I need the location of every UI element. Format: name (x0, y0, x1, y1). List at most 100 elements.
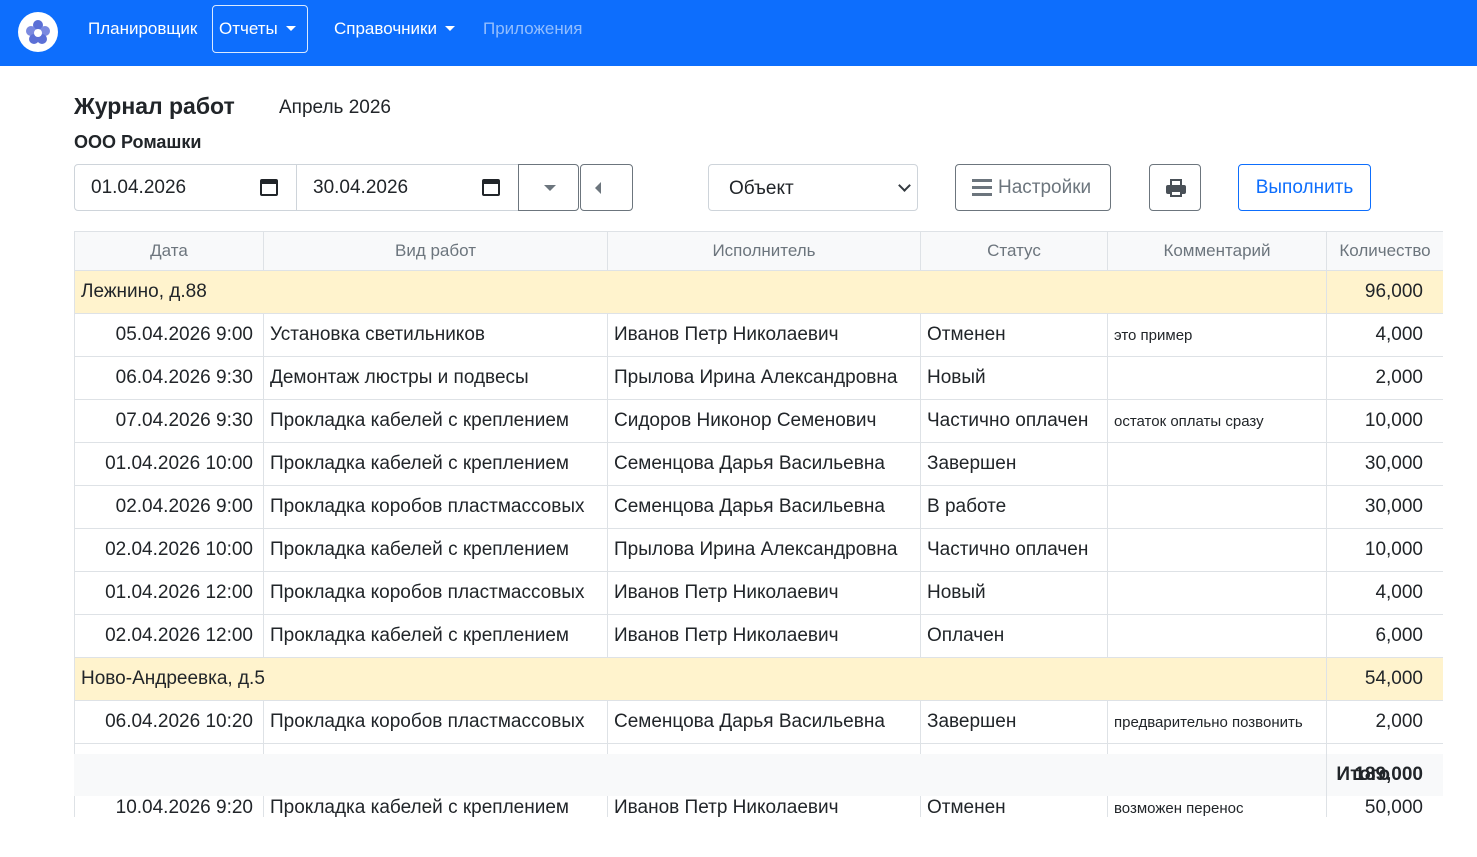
table-row[interactable]: 02.04.2026 9:00 Прокладка коробов пластм… (74, 485, 1443, 529)
column-header-comment[interactable]: Комментарий (1107, 231, 1327, 271)
cell-quantity: 30,000 (1326, 442, 1443, 486)
nav-directories-label: Справочники (334, 19, 437, 38)
cell-work-type: Демонтаж люстры и подвесы (263, 356, 608, 400)
company-name: ООО Ромашки (74, 132, 202, 152)
period-label: Апрель 2026 (279, 97, 391, 118)
table-row[interactable]: 05.04.2026 9:00 Установка светильников И… (74, 313, 1443, 357)
date-from-value: 01.04.2026 (91, 177, 187, 198)
cell-worker: Иванов Петр Николаевич (607, 614, 921, 658)
cell-comment: предварительно позвонить (1107, 700, 1327, 744)
cell-date: 07.04.2026 9:30 (74, 399, 264, 443)
caret-left-icon (595, 182, 601, 194)
column-header-worker[interactable]: Исполнитель (607, 231, 921, 271)
cell-quantity: 10,000 (1326, 528, 1443, 572)
cell-work-type: Прокладка кабелей с креплением (263, 614, 608, 658)
cell-worker: Иванов Петр Николаевич (607, 313, 921, 357)
caret-down-icon (285, 25, 296, 31)
work-log-table: Дата Вид работ Исполнитель Статус Коммен… (74, 231, 1443, 817)
cell-comment (1107, 442, 1327, 486)
cell-worker: Прылова Ирина Александровна (607, 528, 921, 572)
page-title: Журнал работ (74, 93, 235, 119)
cell-work-type: Прокладка коробов пластмассовых (263, 571, 608, 615)
group-name: Ново-Андреевка, д.5 (74, 657, 1327, 701)
cell-work-type: Прокладка коробов пластмассовых (263, 485, 608, 529)
cell-worker: Сидоров Никонор Семенович (607, 399, 921, 443)
cell-work-type: Прокладка коробов пластмассовых (263, 700, 608, 744)
table-row[interactable]: 01.04.2026 12:00 Прокладка коробов пласт… (74, 571, 1443, 615)
work-log-table-container: Дата Вид работ Исполнитель Статус Коммен… (74, 231, 1443, 817)
cell-status: В работе (920, 485, 1108, 529)
column-header-status[interactable]: Статус (920, 231, 1108, 271)
cell-quantity: 4,000 (1326, 571, 1443, 615)
cell-work-type: Установка светильников (263, 313, 608, 357)
cell-status: Завершен (920, 700, 1108, 744)
table-row[interactable]: 06.04.2026 9:30 Демонтаж люстры и подвес… (74, 356, 1443, 400)
cell-quantity: 4,000 (1326, 313, 1443, 357)
cell-status: Отменен (920, 313, 1108, 357)
period-dropdown-button[interactable] (518, 164, 579, 211)
table-row[interactable]: 06.04.2026 10:20 Прокладка коробов пласт… (74, 700, 1443, 744)
group-row[interactable]: Лежнино, д.88 96,000 (74, 270, 1443, 314)
cell-work-type: Прокладка кабелей с креплением (263, 399, 608, 443)
printer-icon (1166, 179, 1186, 197)
cell-status: Новый (920, 571, 1108, 615)
settings-button[interactable]: Настройки (955, 164, 1111, 211)
column-header-quantity[interactable]: Количество (1326, 231, 1443, 271)
totals-row: Итого 189,000 (74, 754, 1443, 796)
cell-status: Новый (920, 356, 1108, 400)
table-header-row: Дата Вид работ Исполнитель Статус Коммен… (74, 231, 1443, 271)
calendar-icon[interactable] (260, 179, 278, 196)
nav-apps-link[interactable]: Приложения (483, 0, 582, 58)
nav-reports-dropdown[interactable]: Отчеты (212, 5, 308, 53)
settings-button-label: Настройки (998, 177, 1092, 198)
cell-comment (1107, 485, 1327, 529)
cell-date: 06.04.2026 10:20 (74, 700, 264, 744)
cell-quantity: 6,000 (1326, 614, 1443, 658)
cell-worker: Иванов Петр Николаевич (607, 571, 921, 615)
app-logo-icon[interactable] (18, 12, 58, 52)
nav-directories-dropdown[interactable]: Справочники (334, 0, 455, 58)
cell-quantity: 10,000 (1326, 399, 1443, 443)
chevron-down-icon (898, 179, 911, 192)
previous-period-button[interactable] (580, 164, 633, 211)
table-row[interactable]: 01.04.2026 10:00 Прокладка кабелей с кре… (74, 442, 1443, 486)
cell-status: Оплачен (920, 614, 1108, 658)
cell-date: 06.04.2026 9:30 (74, 356, 264, 400)
cell-comment (1107, 528, 1327, 572)
column-header-date[interactable]: Дата (74, 231, 264, 271)
table-row[interactable]: 02.04.2026 10:00 Прокладка кабелей с кре… (74, 528, 1443, 572)
object-select[interactable]: Объект (708, 164, 918, 211)
date-to-value: 30.04.2026 (313, 177, 409, 198)
cell-date: 05.04.2026 9:00 (74, 313, 264, 357)
date-to-input[interactable]: 30.04.2026 (296, 164, 519, 211)
cell-status: Завершен (920, 442, 1108, 486)
object-select-value: Объект (729, 178, 794, 199)
cell-comment (1107, 356, 1327, 400)
table-row[interactable]: 07.04.2026 9:30 Прокладка кабелей с креп… (74, 399, 1443, 443)
group-row[interactable]: Ново-Андреевка, д.5 54,000 (74, 657, 1443, 701)
calendar-icon[interactable] (482, 179, 500, 196)
cell-work-type: Прокладка кабелей с креплением (263, 442, 608, 486)
group-total: 54,000 (1326, 657, 1443, 701)
nav-reports-label: Отчеты (219, 19, 278, 38)
cell-comment: остаток оплаты сразу (1107, 399, 1327, 443)
top-navbar: Планировщик Отчеты Справочники Приложени… (0, 0, 1477, 66)
column-header-work-type[interactable]: Вид работ (263, 231, 608, 271)
cell-date: 02.04.2026 10:00 (74, 528, 264, 572)
run-button[interactable]: Выполнить (1238, 164, 1371, 211)
cell-quantity: 2,000 (1326, 700, 1443, 744)
print-button[interactable] (1149, 164, 1201, 211)
cell-comment: это пример (1107, 313, 1327, 357)
date-from-input[interactable]: 01.04.2026 (74, 164, 297, 211)
group-name: Лежнино, д.88 (74, 270, 1327, 314)
cell-worker: Прылова Ирина Александровна (607, 356, 921, 400)
cell-comment (1107, 614, 1327, 658)
cell-date: 01.04.2026 12:00 (74, 571, 264, 615)
cell-status: Частично оплачен (920, 528, 1108, 572)
group-total: 96,000 (1326, 270, 1443, 314)
caret-down-icon (544, 185, 556, 191)
nav-planner-link[interactable]: Планировщик (88, 0, 197, 58)
cell-date: 02.04.2026 12:00 (74, 614, 264, 658)
table-row[interactable]: 02.04.2026 12:00 Прокладка кабелей с кре… (74, 614, 1443, 658)
cell-status: Частично оплачен (920, 399, 1108, 443)
